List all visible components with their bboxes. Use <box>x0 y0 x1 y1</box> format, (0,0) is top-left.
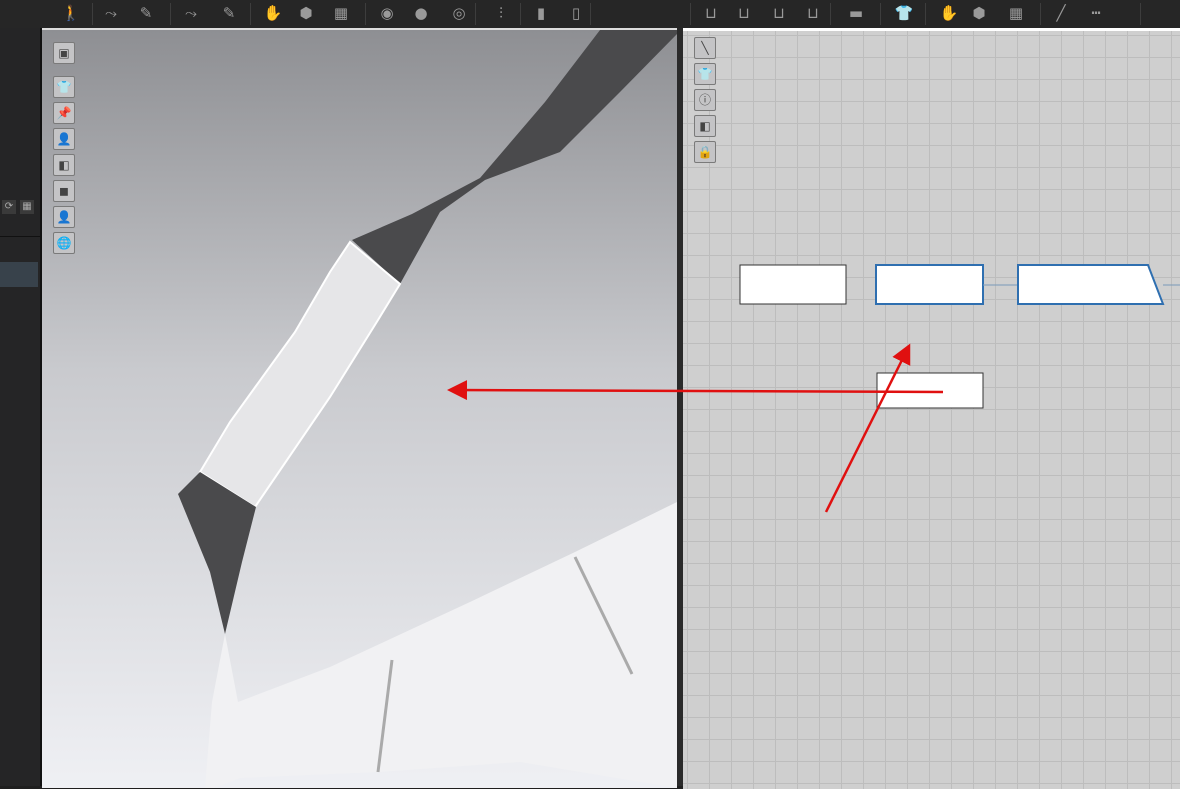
lock-garment-icon[interactable]: 🔒 <box>694 141 716 163</box>
show-garment-icon[interactable]: 👕 <box>53 76 75 98</box>
pattern-piece-selected <box>1017 264 1165 305</box>
zipper-icon[interactable]: ⫶ <box>490 3 512 23</box>
edit-curve-2-icon[interactable]: ✎ <box>218 3 240 23</box>
toolbar-separator <box>925 3 926 25</box>
select-mesh-icon[interactable]: ⬢ <box>295 3 317 23</box>
show-pins-icon[interactable]: 📌 <box>53 102 75 124</box>
toolbar-separator <box>475 3 476 25</box>
dashed-line-icon[interactable]: ┅ <box>1085 3 1107 23</box>
mesh-2-icon[interactable]: ▦ <box>1005 3 1027 23</box>
toolbar-separator <box>690 3 691 25</box>
pattern-piece <box>876 372 984 409</box>
edit-sewing-icon[interactable]: ⊔ <box>802 3 824 23</box>
edit-pattern-2-icon[interactable]: ⤳ <box>180 3 202 23</box>
iron-icon[interactable]: ▬ <box>845 3 867 23</box>
3d-viewport[interactable]: ▣ 👕 📌 👤 ◧ ◼ 👤 🌐 <box>42 28 677 788</box>
texture-icon[interactable]: ◧ <box>53 154 75 176</box>
white-fabric-band <box>205 502 677 788</box>
2d-pattern-scene <box>739 264 1180 409</box>
buttonhole-icon[interactable]: ◎ <box>448 3 470 23</box>
divider <box>0 236 40 237</box>
selected-list-item[interactable] <box>0 262 38 287</box>
select-button-icon[interactable]: ◉ <box>376 3 398 23</box>
3d-garment-scene <box>178 30 677 788</box>
toolbar-separator <box>1040 3 1041 25</box>
toolbar-separator <box>170 3 171 25</box>
line-icon[interactable]: ╱ <box>1050 3 1072 23</box>
segment-sewing-icon[interactable]: ⊔ <box>700 3 722 23</box>
toolbar-separator <box>365 3 366 25</box>
mesh-pattern-icon[interactable]: ▦ <box>330 3 352 23</box>
free-sewing-icon[interactable]: ⊔ <box>733 3 755 23</box>
avatar-icon[interactable]: 👤 <box>53 206 75 228</box>
toolbar-separator <box>250 3 251 25</box>
show-garment-2d-icon[interactable]: 👕 <box>694 63 716 85</box>
render-icon[interactable]: ◼ <box>53 180 75 202</box>
pattern-piece-selected <box>875 264 984 305</box>
select-mesh-2-icon[interactable]: ⬢ <box>968 3 990 23</box>
toolbar-separator <box>520 3 521 25</box>
pattern-piece <box>739 264 847 305</box>
left-panel: ⟳ ▦ <box>0 28 42 786</box>
show-avatar-icon[interactable]: 👤 <box>53 128 75 150</box>
tape-icon[interactable]: ▯ <box>565 3 587 23</box>
edit-pattern-icon[interactable]: ⤳ <box>100 3 122 23</box>
select-garment-icon[interactable]: 👕 <box>893 3 915 23</box>
edit-curve-icon[interactable]: ✎ <box>135 3 157 23</box>
dark-fabric-strap <box>352 30 677 284</box>
light-fabric-tube <box>198 240 402 509</box>
toolbar-separator <box>92 3 93 25</box>
toolbar-separator <box>830 3 831 25</box>
environment-icon[interactable]: 🌐 <box>53 232 75 254</box>
multi-sewing-icon[interactable]: ⊔ <box>768 3 790 23</box>
avatar-walk-icon[interactable]: 🚶 <box>60 3 82 23</box>
toolbar-separator <box>1140 3 1141 25</box>
grid-icon[interactable]: ▦ <box>20 200 34 214</box>
button-icon[interactable]: ● <box>410 3 432 23</box>
2d-pattern-window[interactable]: ╲ 👕 ⓘ ◧ 🔒 <box>683 28 1180 789</box>
select-tape-icon[interactable]: ▮ <box>530 3 552 23</box>
toolbar-separator <box>880 3 881 25</box>
toolbar-separator <box>590 3 591 25</box>
refresh-icon[interactable]: ⟳ <box>2 200 16 214</box>
info-icon[interactable]: ⓘ <box>694 89 716 111</box>
fold-2-icon[interactable]: ✋ <box>938 3 960 23</box>
main-toolbar: 🚶 ⤳ ✎ ⤳ ✎ ✋ ⬢ ▦ ◉ ● ◎ ⫶ ▮ ▯ ⊔ ⊔ ⊔ ⊔ ▬ 👕 ✋ ⬢ ▦ ╱ ┅ <box>0 0 1180 29</box>
texture-2d-icon[interactable]: ◧ <box>694 115 716 137</box>
show-sewing-icon[interactable]: ╲ <box>694 37 716 59</box>
fold-icon[interactable]: ✋ <box>262 3 284 23</box>
display-mode-icon[interactable]: ▣ <box>53 42 75 64</box>
